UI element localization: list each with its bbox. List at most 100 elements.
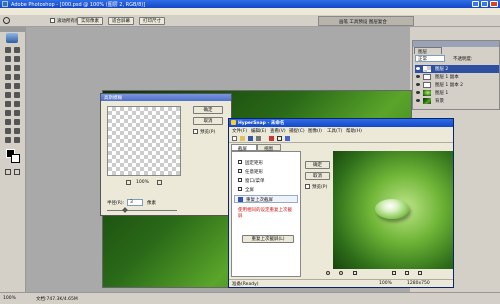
hypersnap-menu-bar: 文件(F) 编辑(E) 查看(V) 捕捉(C) 图像(I) 工具(T) 帮助(H…: [229, 127, 453, 134]
layers-panel: 图层 正常 不透明度: 图层 2 图层 1 副本 图层 1 副本 2 图层 1 …: [412, 40, 500, 110]
gaussian-ok-button[interactable]: 确定: [193, 106, 223, 114]
magic-wand-tool-icon[interactable]: [14, 56, 20, 62]
background-color-swatch[interactable]: [11, 154, 20, 163]
quick-mask-icon[interactable]: [5, 169, 11, 175]
adobe-online-icon[interactable]: [6, 33, 18, 43]
layer-thumbnail: [423, 66, 431, 72]
visibility-eye-icon[interactable]: [416, 91, 420, 94]
save-icon[interactable]: [248, 136, 253, 141]
layer-name: 图层 1 副本: [435, 75, 459, 80]
zoom-out-button[interactable]: [126, 180, 131, 185]
new-icon[interactable]: [232, 136, 237, 141]
free-region-icon[interactable]: [238, 169, 242, 173]
eraser-tool-icon[interactable]: [5, 92, 11, 98]
maximize-button[interactable]: [481, 1, 488, 7]
layer-row[interactable]: 图层 1 副本 2: [415, 81, 499, 89]
blur-preview-area[interactable]: [107, 106, 181, 176]
tab-capture[interactable]: 截屏: [231, 144, 257, 152]
zoom-tool-icon[interactable]: [3, 17, 10, 24]
print-size-button[interactable]: 打印尺寸: [139, 17, 165, 25]
repeat-capture-row[interactable]: 重复上次截屏: [234, 195, 298, 203]
slice-tool-icon[interactable]: [14, 65, 20, 71]
capture-item-free[interactable]: 任意矩形: [245, 169, 263, 175]
blend-mode-select[interactable]: 正常: [415, 55, 445, 62]
capture-panel: 固定矩形 任意矩形 窗口/菜单 全屏 重复上次截屏 使用相同的设定重复上次截屏 …: [231, 151, 301, 277]
full-screen-icon[interactable]: [238, 187, 242, 191]
type-tool-icon[interactable]: [14, 110, 20, 116]
open-icon[interactable]: [240, 136, 245, 141]
stamp-tool-icon[interactable]: [5, 83, 11, 89]
radius-input[interactable]: 3: [127, 199, 143, 206]
window-icon[interactable]: [285, 136, 290, 141]
hypersnap-cancel-button[interactable]: 取消: [305, 172, 330, 180]
gaussian-preview-label: 预览(P): [200, 130, 216, 135]
zoom-out-icon[interactable]: [339, 271, 343, 275]
move-tool-icon[interactable]: [14, 47, 20, 53]
hypersnap-logo-icon: [231, 120, 236, 125]
options-bar: 滚动所有窗口 实际像素 适合屏幕 打印尺寸 画笔 工具预设 图层复合: [0, 15, 500, 27]
layer-thumbnail: [423, 82, 431, 88]
rotate-icon[interactable]: [405, 271, 409, 275]
zoom-tool-icon[interactable]: [14, 137, 20, 143]
capture-item-repeat: 重复上次截屏: [246, 198, 273, 203]
layer-name: 背景: [435, 99, 444, 104]
fit-icon[interactable]: [353, 271, 357, 275]
path-select-tool-icon[interactable]: [5, 110, 11, 116]
layer-row[interactable]: 背景: [415, 97, 499, 105]
hand-tool-icon[interactable]: [5, 137, 11, 143]
visibility-eye-icon[interactable]: [416, 83, 420, 86]
window-title: Adobe Photoshop - [000.psd @ 100% (图层 2,…: [11, 2, 146, 8]
capture-icon[interactable]: [269, 136, 274, 141]
undo-icon[interactable]: [392, 271, 396, 275]
history-brush-tool-icon[interactable]: [14, 83, 20, 89]
palette-well[interactable]: 画笔 工具预设 图层复合: [318, 16, 414, 26]
gaussian-preview-checkbox[interactable]: [193, 129, 198, 134]
shape-tool-icon[interactable]: [14, 119, 20, 125]
radius-slider-handle[interactable]: [122, 207, 128, 213]
pen-tool-icon[interactable]: [5, 119, 11, 125]
crop-tool-icon[interactable]: [5, 65, 11, 71]
layer-row[interactable]: 图层 1 副本: [415, 73, 499, 81]
hypersnap-image[interactable]: [333, 151, 453, 277]
visibility-eye-icon[interactable]: [416, 75, 420, 78]
crop-icon[interactable]: [418, 271, 422, 275]
capture-item-window[interactable]: 窗口/菜单: [245, 178, 265, 184]
region-icon[interactable]: [277, 136, 282, 141]
print-icon[interactable]: [256, 136, 261, 141]
healing-brush-tool-icon[interactable]: [5, 74, 11, 80]
dodge-tool-icon[interactable]: [14, 101, 20, 107]
tab-view[interactable]: 视图: [257, 144, 281, 152]
visibility-eye-icon[interactable]: [416, 99, 420, 102]
fixed-region-icon[interactable]: [238, 160, 242, 164]
repeat-capture-button[interactable]: 重复上次截屏(L): [242, 235, 294, 243]
close-button[interactable]: [490, 1, 498, 7]
minimize-button[interactable]: [472, 1, 479, 7]
hypersnap-ok-button[interactable]: 确定: [305, 161, 330, 169]
lasso-tool-icon[interactable]: [5, 56, 11, 62]
actual-pixels-button[interactable]: 实际像素: [77, 17, 103, 25]
capture-item-fullscreen[interactable]: 全屏: [245, 187, 254, 193]
visibility-eye-icon[interactable]: [416, 67, 420, 70]
blur-tool-icon[interactable]: [5, 101, 11, 107]
layer-thumbnail: [423, 98, 431, 104]
hypersnap-title: HyperSnap - 未命名: [238, 121, 285, 126]
eyedropper-tool-icon[interactable]: [14, 128, 20, 134]
gradient-tool-icon[interactable]: [14, 92, 20, 98]
hypersnap-preview-checkbox[interactable]: [305, 184, 310, 189]
gaussian-cancel-button[interactable]: 取消: [193, 117, 223, 125]
screen-mode-icon[interactable]: [14, 169, 20, 175]
brush-tool-icon[interactable]: [14, 74, 20, 80]
window-capture-icon[interactable]: [238, 178, 242, 182]
hypersnap-toolbar: [229, 134, 453, 143]
radius-slider-track[interactable]: [107, 210, 177, 211]
scroll-all-checkbox[interactable]: [50, 18, 55, 23]
layer-row[interactable]: 图层 2: [415, 65, 499, 73]
layer-row[interactable]: 图层 1: [415, 89, 499, 97]
zoom-in-button[interactable]: [157, 180, 162, 185]
notes-tool-icon[interactable]: [5, 128, 11, 134]
layers-tab[interactable]: 图层: [414, 47, 442, 55]
fit-screen-button[interactable]: 适合屏幕: [108, 17, 134, 25]
zoom-in-icon[interactable]: [326, 271, 330, 275]
marquee-tool-icon[interactable]: [5, 47, 11, 53]
capture-item-fixed[interactable]: 固定矩形: [245, 160, 263, 166]
